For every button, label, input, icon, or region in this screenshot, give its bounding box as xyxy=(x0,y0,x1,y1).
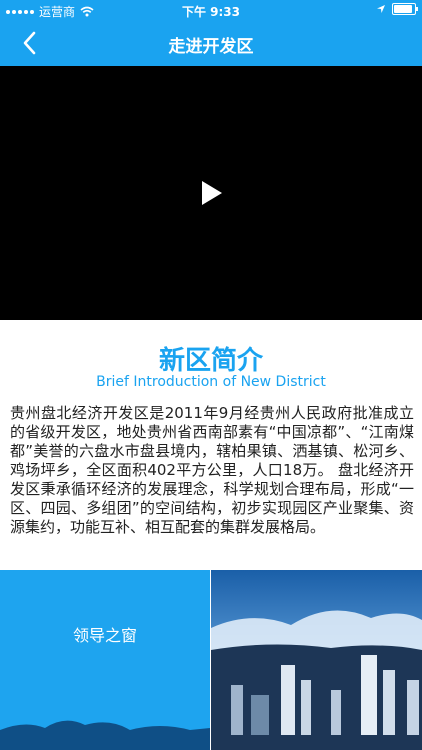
page-title: 走进开发区 xyxy=(168,37,254,57)
leader-window-tile[interactable]: 领导之窗 xyxy=(0,570,210,750)
mountain-silhouette xyxy=(0,720,210,750)
district-photo[interactable] xyxy=(211,570,422,750)
city-skyline-image xyxy=(211,570,422,750)
status-time: 下午 9:33 xyxy=(181,5,241,19)
video-player[interactable] xyxy=(0,66,422,320)
intro-title: 新区简介 xyxy=(158,346,263,376)
nav-bar: 走进开发区 xyxy=(0,20,422,66)
location-arrow-icon xyxy=(377,5,385,13)
battery-icon xyxy=(392,3,418,15)
intro-body: 贵州盘北经济开发区是2011年9月经贵州人民政府批准成立的省级开发区，地处贵州省… xyxy=(10,404,414,536)
status-right xyxy=(376,3,418,15)
intro-subtitle: Brief Introduction of New District xyxy=(96,374,326,390)
status-bar: 运营商 下午 9:33 xyxy=(0,0,422,20)
play-icon[interactable] xyxy=(200,180,224,206)
